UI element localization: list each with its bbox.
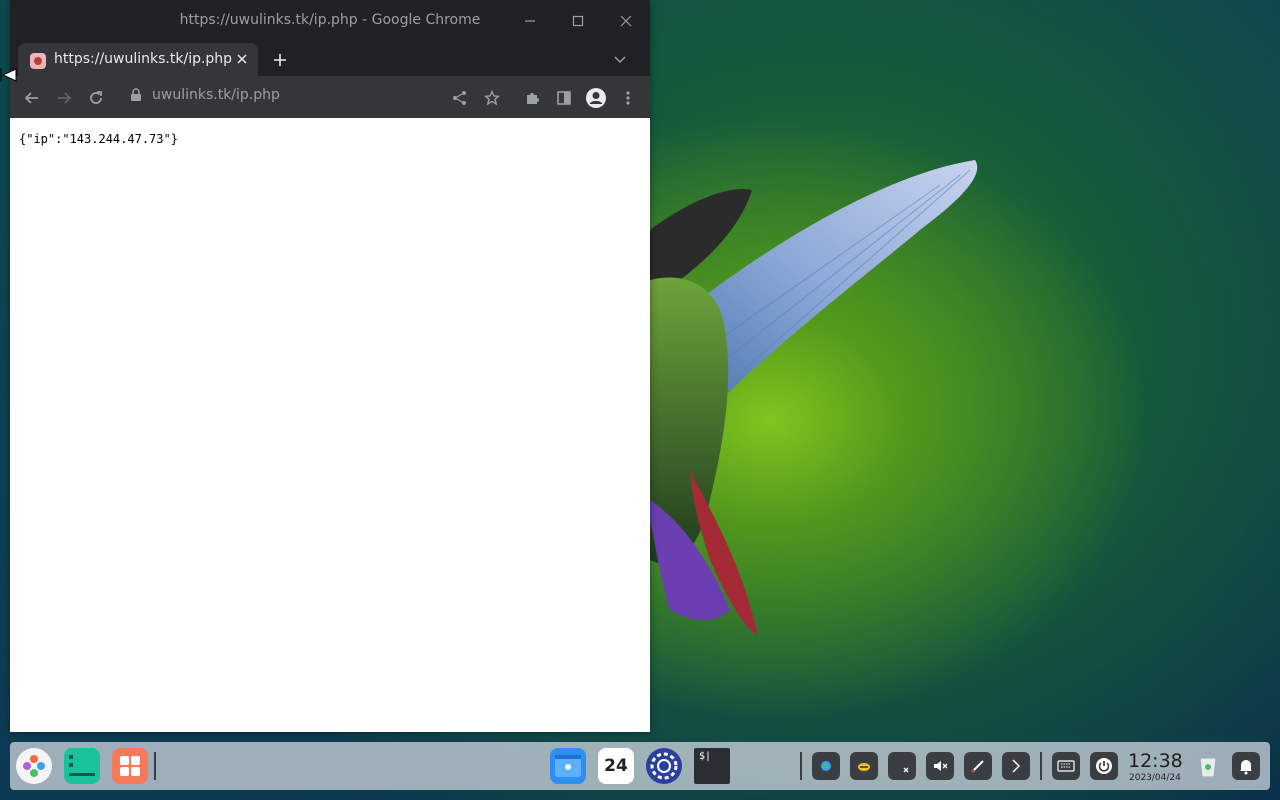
maximize-icon (572, 15, 584, 27)
close-small-icon (903, 767, 909, 773)
launcher-button[interactable] (16, 748, 52, 784)
tray-app-2[interactable] (850, 752, 878, 780)
tab-ip-php[interactable]: https://uwulinks.tk/ip.php (18, 43, 258, 76)
app-tray-icon (821, 761, 831, 771)
bee-icon (858, 763, 870, 771)
side-panel-button[interactable] (550, 84, 578, 112)
expand-tray-button[interactable] (1002, 752, 1030, 780)
back-button[interactable] (18, 84, 46, 112)
share-icon (453, 91, 466, 105)
taskbar-divider (1040, 752, 1042, 780)
window-title: https://uwulinks.tk/ip.php - Google Chro… (179, 12, 481, 28)
power-icon (1096, 758, 1112, 774)
screenshot-button[interactable] (964, 752, 992, 780)
power-button[interactable] (1090, 752, 1118, 780)
multitask-icon (69, 755, 95, 776)
taskbar-divider (800, 752, 802, 780)
volume-button[interactable] (926, 752, 954, 780)
grid-app-icon (120, 756, 140, 776)
kebab-menu-icon (626, 91, 630, 105)
keyboard-icon (1057, 760, 1075, 772)
reload-button[interactable] (82, 84, 110, 112)
folder-icon (555, 755, 581, 777)
close-icon (237, 54, 247, 64)
pen-icon (971, 760, 984, 773)
resize-cursor-icon (0, 68, 17, 82)
terminal-glyph: $| (699, 751, 712, 762)
minimize-icon (525, 20, 535, 22)
side-panel-icon (557, 91, 571, 105)
title-bar[interactable]: https://uwulinks.tk/ip.php - Google Chro… (10, 0, 650, 40)
profile-button[interactable] (582, 84, 610, 112)
trash-icon (1199, 757, 1217, 778)
control-center-button[interactable] (646, 748, 682, 784)
minimize-button[interactable] (514, 8, 546, 34)
extensions-button[interactable] (518, 84, 546, 112)
page-content: {"ip":"143.244.47.73"} (10, 118, 650, 732)
taskbar-divider (154, 752, 156, 780)
browser-window: https://uwulinks.tk/ip.php - Google Chro… (10, 0, 650, 732)
volume-muted-icon (934, 761, 948, 771)
notifications-button[interactable] (1232, 752, 1260, 780)
puzzle-icon (527, 93, 539, 104)
close-window-button[interactable] (610, 8, 642, 34)
tray-app-3[interactable] (888, 752, 916, 780)
tab-search-button[interactable] (608, 48, 632, 72)
calendar-day: 24 (604, 756, 628, 776)
star-icon (484, 90, 500, 106)
file-manager-button[interactable] (550, 748, 586, 784)
app-store-button[interactable] (112, 748, 148, 784)
share-button[interactable] (446, 84, 474, 112)
settings-gear-icon (650, 752, 678, 780)
site-favicon-icon (30, 53, 46, 69)
forward-button[interactable] (50, 84, 78, 112)
avatar-icon (586, 88, 606, 108)
launcher-icon (23, 755, 45, 777)
bookmark-button[interactable] (478, 84, 506, 112)
tab-strip: https://uwulinks.tk/ip.php (10, 40, 650, 76)
json-response-text: {"ip":"143.244.47.73"} (19, 132, 178, 146)
terminal-button[interactable]: $| (694, 748, 730, 784)
maximize-button[interactable] (562, 8, 594, 34)
plus-icon (274, 54, 286, 66)
calendar-button[interactable]: 24 (598, 748, 634, 784)
tab-close-button[interactable] (234, 51, 250, 67)
multitask-view-button[interactable] (64, 748, 100, 784)
tray-app-1[interactable] (812, 752, 840, 780)
trash-button[interactable] (1192, 750, 1224, 782)
arrow-right-icon (58, 92, 72, 104)
menu-button[interactable] (614, 84, 642, 112)
reload-icon (90, 91, 102, 104)
bell-icon (1240, 760, 1252, 775)
chevron-right-icon (1012, 759, 1021, 773)
clock-date: 2023/04/24 (1129, 773, 1181, 783)
taskbar: 24 $| 12:38 2023/04/24 (10, 742, 1270, 790)
close-icon (620, 15, 632, 27)
tab-title: https://uwulinks.tk/ip.php (54, 51, 233, 67)
url-text: uwulinks.tk/ip.php (152, 87, 280, 103)
clock-time[interactable]: 12:38 (1128, 750, 1183, 772)
arrow-left-icon (24, 92, 38, 104)
new-tab-button[interactable] (268, 48, 292, 72)
browser-toolbar: uwulinks.tk/ip.php (10, 76, 650, 118)
chevron-down-icon (614, 56, 626, 64)
keyboard-button[interactable] (1052, 752, 1080, 780)
lock-icon (131, 88, 141, 101)
